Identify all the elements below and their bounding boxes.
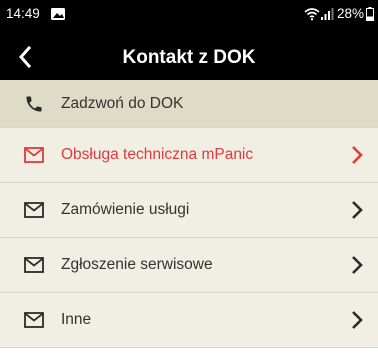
battery-icon bbox=[366, 7, 374, 21]
menu-item-label: Zadzwoń do DOK bbox=[61, 94, 184, 112]
call-dok-item[interactable]: Zadzwoń do DOK bbox=[0, 80, 378, 128]
menu-item-label: Zgłoszenie serwisowe bbox=[61, 256, 213, 273]
app-toolbar: Kontakt z DOK bbox=[0, 34, 378, 80]
page-title: Kontakt z DOK bbox=[122, 47, 256, 68]
menu-item-label: Obsługa techniczna mPanic bbox=[61, 146, 254, 163]
menu-item-service-report[interactable]: Zgłoszenie serwisowe bbox=[0, 238, 378, 293]
menu-item-service-order[interactable]: Zamówienie usługi bbox=[0, 183, 378, 238]
menu-item-other[interactable]: Inne bbox=[0, 293, 378, 348]
menu-item-technical-support[interactable]: Obsługa techniczna mPanic bbox=[0, 128, 378, 183]
menu-item-label: Inne bbox=[61, 311, 92, 328]
chevron-right-icon bbox=[350, 199, 364, 221]
app-screen: 14:49 28% Kontakt z DOK Zadzwoń do DOK O… bbox=[0, 0, 378, 361]
phone-icon bbox=[23, 95, 45, 113]
mail-icon bbox=[23, 201, 45, 219]
status-bar: 14:49 28% bbox=[0, 0, 378, 34]
menu-item-label: Zamówienie usługi bbox=[61, 201, 190, 218]
status-time: 14:49 bbox=[6, 6, 40, 21]
chevron-right-icon bbox=[350, 254, 364, 276]
signal-icon bbox=[320, 7, 334, 21]
contact-menu: Zadzwoń do DOK Obsługa techniczna mPanic bbox=[0, 80, 378, 348]
mail-icon bbox=[23, 311, 45, 329]
gallery-icon bbox=[50, 6, 66, 22]
chevron-right-icon bbox=[350, 309, 364, 331]
chevron-right-icon bbox=[350, 144, 364, 166]
battery-percent: 28% bbox=[336, 6, 364, 21]
mail-icon bbox=[23, 146, 45, 164]
mail-icon bbox=[23, 256, 45, 274]
status-icons: 28% bbox=[304, 6, 374, 22]
wifi-icon bbox=[304, 7, 320, 21]
